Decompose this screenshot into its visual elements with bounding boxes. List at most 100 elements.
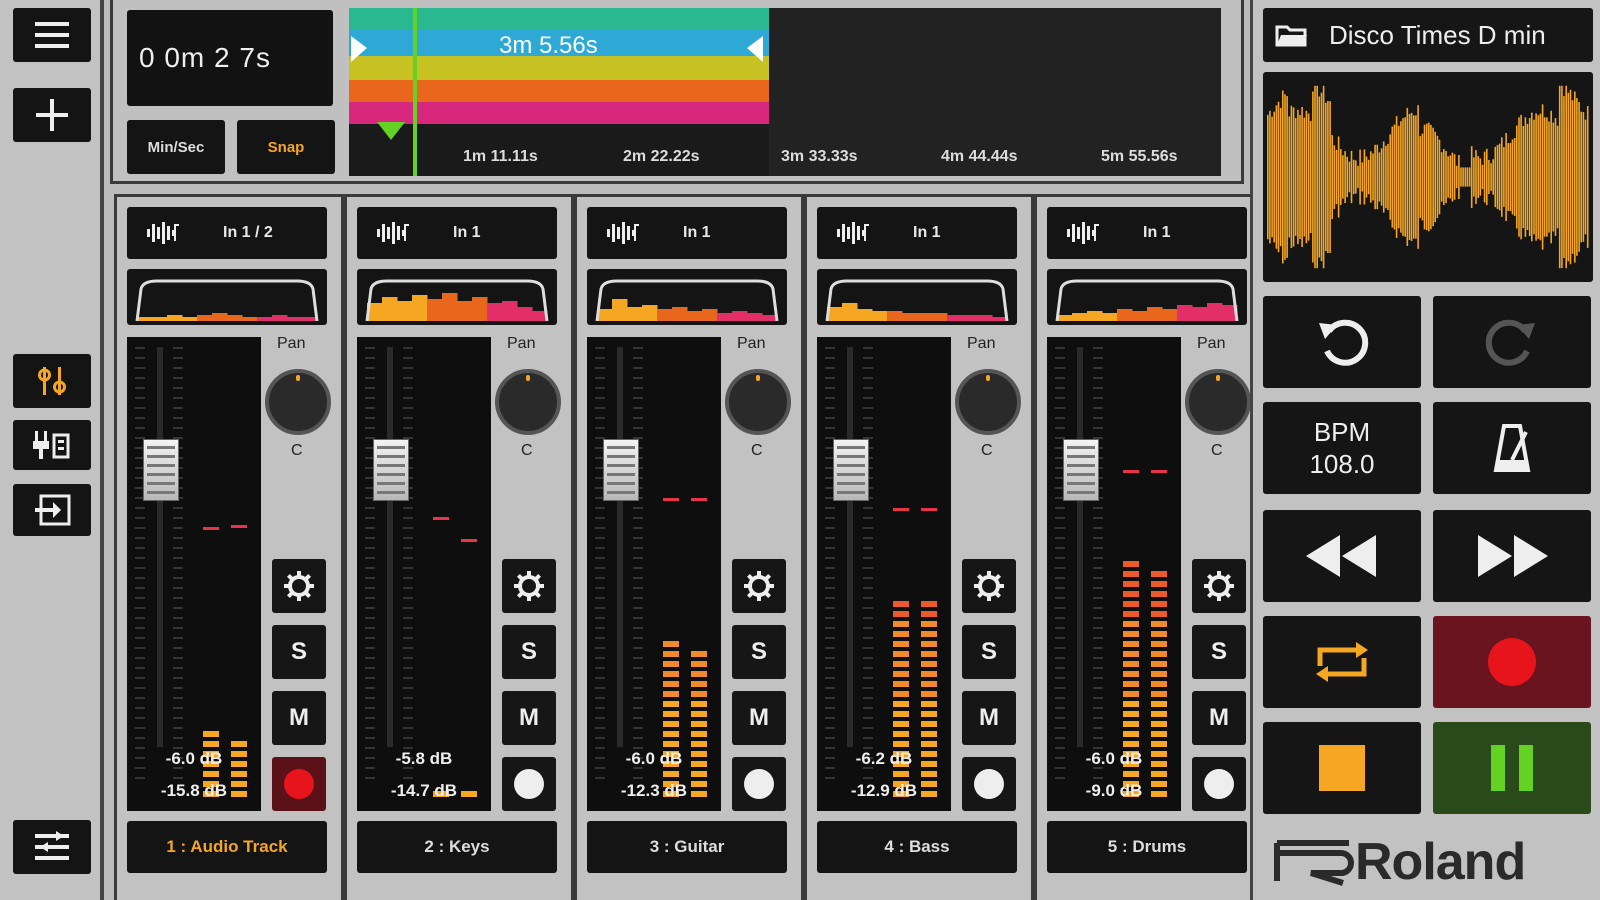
pan-value: C <box>981 442 993 459</box>
mute-label: M <box>979 704 999 731</box>
gear-icon <box>974 571 1004 601</box>
pan-knob[interactable] <box>955 369 1021 435</box>
record-arm-button[interactable] <box>272 757 326 811</box>
eq-button[interactable] <box>817 269 1017 325</box>
solo-button[interactable]: S <box>272 625 326 679</box>
level-meter[interactable]: -5.8 dB -14.7 dB <box>357 337 491 811</box>
fader-db-value: -6.2 dB <box>855 749 913 768</box>
record-arm-button[interactable] <box>962 757 1016 811</box>
channel-strip: In 1 -6.0 dB -12.3 dB Pan C S M 3 : Guitar <box>574 194 804 900</box>
pan-knob[interactable] <box>495 369 561 435</box>
input-select-button[interactable]: In 1 <box>587 207 787 259</box>
undo-button[interactable] <box>1263 296 1421 388</box>
fader-track <box>847 347 853 747</box>
channel-strip: In 1 -5.8 dB -14.7 dB Pan C S M 2 : Keys <box>344 194 574 900</box>
track-settings-button[interactable] <box>502 559 556 613</box>
level-meter[interactable]: -6.0 dB -12.3 dB <box>587 337 721 811</box>
redo-button[interactable] <box>1433 296 1591 388</box>
eq-button[interactable] <box>127 269 327 325</box>
mute-button[interactable]: M <box>272 691 326 745</box>
bpm-button[interactable]: BPM 108.0 <box>1263 402 1421 494</box>
track-settings-button[interactable] <box>732 559 786 613</box>
volume-fader[interactable] <box>1063 439 1099 501</box>
pause-button[interactable] <box>1433 722 1591 814</box>
peak-db-value: -9.0 dB <box>1085 781 1143 800</box>
metronome-icon <box>1493 424 1531 472</box>
input-select-button[interactable]: In 1 <box>357 207 557 259</box>
track-name: 3 : Guitar <box>649 837 725 856</box>
track-settings-button[interactable] <box>962 559 1016 613</box>
input-select-button[interactable]: In 1 <box>1047 207 1247 259</box>
volume-fader[interactable] <box>603 439 639 501</box>
pan-knob[interactable] <box>725 369 791 435</box>
rewind-button[interactable] <box>1263 510 1421 602</box>
solo-button[interactable]: S <box>962 625 1016 679</box>
volume-fader[interactable] <box>833 439 869 501</box>
mixer-icon[interactable] <box>13 354 91 408</box>
song-waveform <box>1263 72 1593 282</box>
volume-fader[interactable] <box>373 439 409 501</box>
mute-button[interactable]: M <box>502 691 556 745</box>
solo-button[interactable]: S <box>1192 625 1246 679</box>
input-waveform-icon <box>377 222 409 244</box>
pan-value: C <box>291 442 303 459</box>
mute-label: M <box>519 704 539 731</box>
channel-strip: In 1 -6.0 dB -9.0 dB Pan C S M 5 : Drums <box>1034 194 1250 900</box>
import-icon[interactable] <box>13 484 91 536</box>
metronome-button[interactable] <box>1433 402 1591 494</box>
stop-button[interactable] <box>1263 722 1421 814</box>
eq-button[interactable] <box>587 269 787 325</box>
track-name-button[interactable]: 3 : Guitar <box>587 821 787 873</box>
level-meter[interactable]: -6.2 dB -12.9 dB <box>817 337 951 811</box>
solo-button[interactable]: S <box>502 625 556 679</box>
record-button[interactable] <box>1433 616 1591 708</box>
track-settings-button[interactable] <box>1192 559 1246 613</box>
volume-fader[interactable] <box>143 439 179 501</box>
track-name-button[interactable]: 4 : Bass <box>817 821 1017 873</box>
level-meter[interactable]: -6.0 dB -9.0 dB <box>1047 337 1181 811</box>
input-select-button[interactable]: In 1 <box>817 207 1017 259</box>
fast-forward-icon <box>1478 535 1548 577</box>
pan-knob[interactable] <box>1185 369 1250 435</box>
level-meter[interactable]: -6.0 dB -15.8 dB <box>127 337 261 811</box>
input-waveform-icon <box>837 222 869 244</box>
record-arm-button[interactable] <box>732 757 786 811</box>
mute-label: M <box>749 704 769 731</box>
loop-button[interactable] <box>1263 616 1421 708</box>
input-label: In 1 <box>913 224 941 241</box>
input-select-button[interactable]: In 1 / 2 <box>127 207 327 259</box>
settings-list-icon[interactable] <box>13 820 91 874</box>
record-arm-button[interactable] <box>502 757 556 811</box>
record-arm-icon <box>974 769 1004 799</box>
track-name-button[interactable]: 2 : Keys <box>357 821 557 873</box>
mute-button[interactable]: M <box>732 691 786 745</box>
fader-db-value: -6.0 dB <box>165 749 223 768</box>
solo-label: S <box>980 638 997 665</box>
eq-button[interactable] <box>357 269 557 325</box>
record-arm-icon <box>514 769 544 799</box>
track-name-button[interactable]: 1 : Audio Track <box>127 821 327 873</box>
stop-icon <box>1319 745 1365 791</box>
track-name-button[interactable]: 5 : Drums <box>1047 821 1247 873</box>
solo-button[interactable]: S <box>732 625 786 679</box>
pan-value: C <box>751 442 763 459</box>
gear-icon <box>1204 571 1234 601</box>
pan-label: Pan <box>1197 335 1226 352</box>
effects-icon[interactable] <box>13 420 91 470</box>
record-arm-button[interactable] <box>1192 757 1246 811</box>
input-waveform-icon <box>147 222 179 244</box>
add-track-icon[interactable] <box>13 88 91 142</box>
fast-forward-button[interactable] <box>1433 510 1591 602</box>
menu-icon[interactable] <box>13 8 91 62</box>
fader-db-value: -6.0 dB <box>625 749 683 768</box>
track-settings-button[interactable] <box>272 559 326 613</box>
pan-knob[interactable] <box>265 369 331 435</box>
mute-button[interactable]: M <box>1192 691 1246 745</box>
eq-curve-graphic <box>365 279 549 322</box>
mute-button[interactable]: M <box>962 691 1016 745</box>
eq-button[interactable] <box>1047 269 1247 325</box>
gear-icon <box>514 571 544 601</box>
song-select-button[interactable]: Disco Times D min <box>1263 8 1593 62</box>
bpm-value: 108.0 <box>1309 449 1375 479</box>
eq-curve-graphic <box>135 279 319 322</box>
